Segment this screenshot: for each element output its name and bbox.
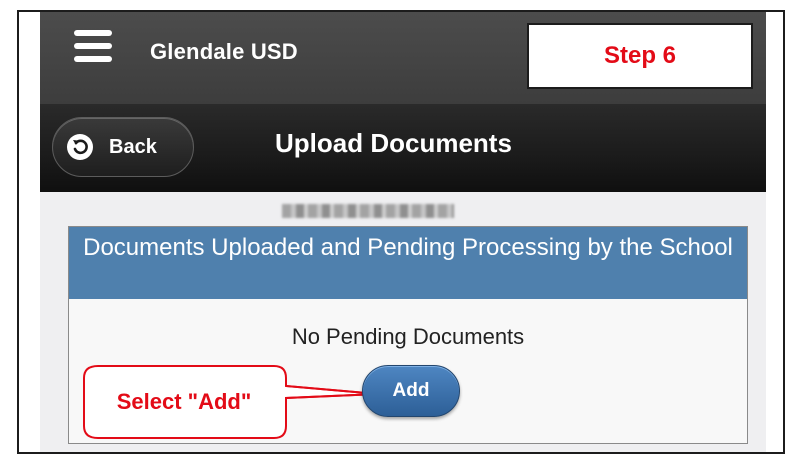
add-button[interactable]: Add	[362, 365, 460, 417]
callout-text: Select "Add"	[116, 389, 252, 414]
